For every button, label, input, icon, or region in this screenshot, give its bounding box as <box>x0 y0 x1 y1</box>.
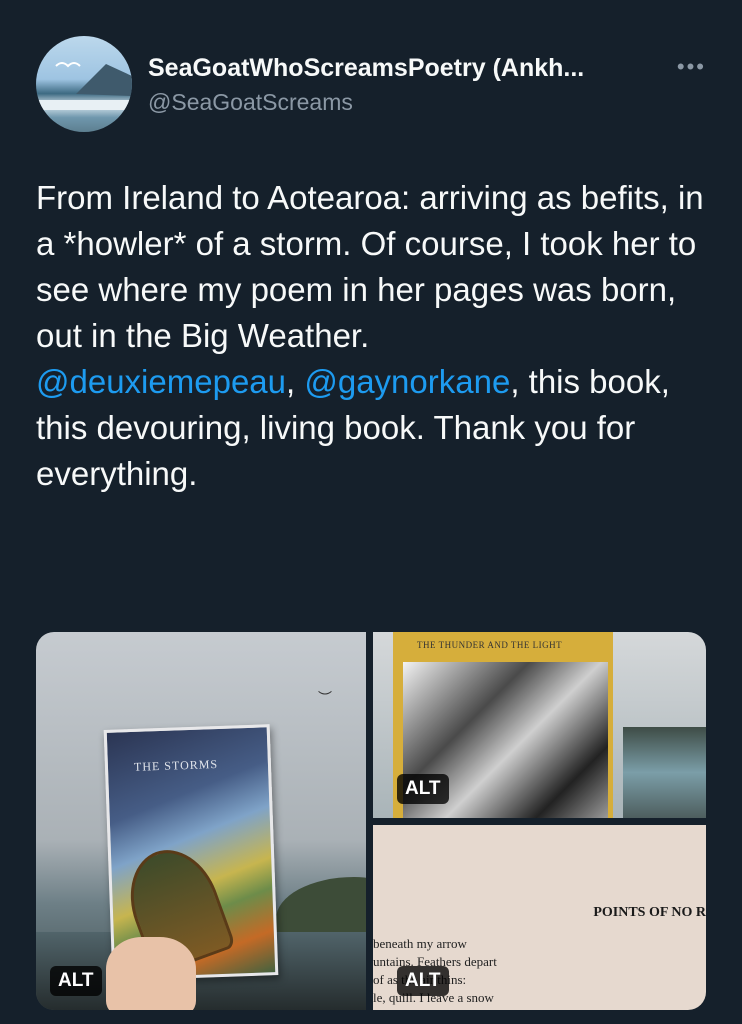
photo-poem-page[interactable]: POINTS OF NO R beneath my arrow untains.… <box>373 825 706 1010</box>
book-title: THE STORMS <box>133 757 219 774</box>
poem-line: beneath my arrow <box>373 936 467 951</box>
alt-badge[interactable]: ALT <box>397 774 449 804</box>
tweet-header: SeaGoatWhoScreamsPoetry (Ankh... @SeaGoa… <box>36 36 706 136</box>
avatar[interactable] <box>36 36 132 132</box>
photo-book-storm[interactable]: ︶ THE STORMS ALT <box>36 632 366 1010</box>
sea-view <box>623 727 706 818</box>
poem-heading: POINTS OF NO R <box>593 905 706 920</box>
separator: , <box>286 363 305 400</box>
hand <box>106 937 196 1010</box>
alt-badge[interactable]: ALT <box>397 966 449 996</box>
book-page-title: THE THUNDER AND THE LIGHT <box>417 640 563 650</box>
tweet-text: From Ireland to Aotearoa: arriving as be… <box>36 175 716 497</box>
mention-link[interactable]: @deuxiemepeau <box>36 363 286 400</box>
alt-badge[interactable]: ALT <box>50 966 102 996</box>
mention-link[interactable]: @gaynorkane <box>304 363 510 400</box>
tweet-body: From Ireland to Aotearoa: arriving as be… <box>36 179 704 354</box>
media-grid: ︶ THE STORMS ALT THE THUNDER AND THE LIG… <box>36 632 706 1010</box>
more-options-icon[interactable]: ••• <box>677 54 706 80</box>
user-handle[interactable]: @SeaGoatScreams <box>148 89 584 116</box>
photo-book-page[interactable]: THE THUNDER AND THE LIGHT ALT <box>373 632 706 818</box>
display-name[interactable]: SeaGoatWhoScreamsPoetry (Ankh... <box>148 54 584 83</box>
bird-icon: ︶ <box>318 690 332 706</box>
